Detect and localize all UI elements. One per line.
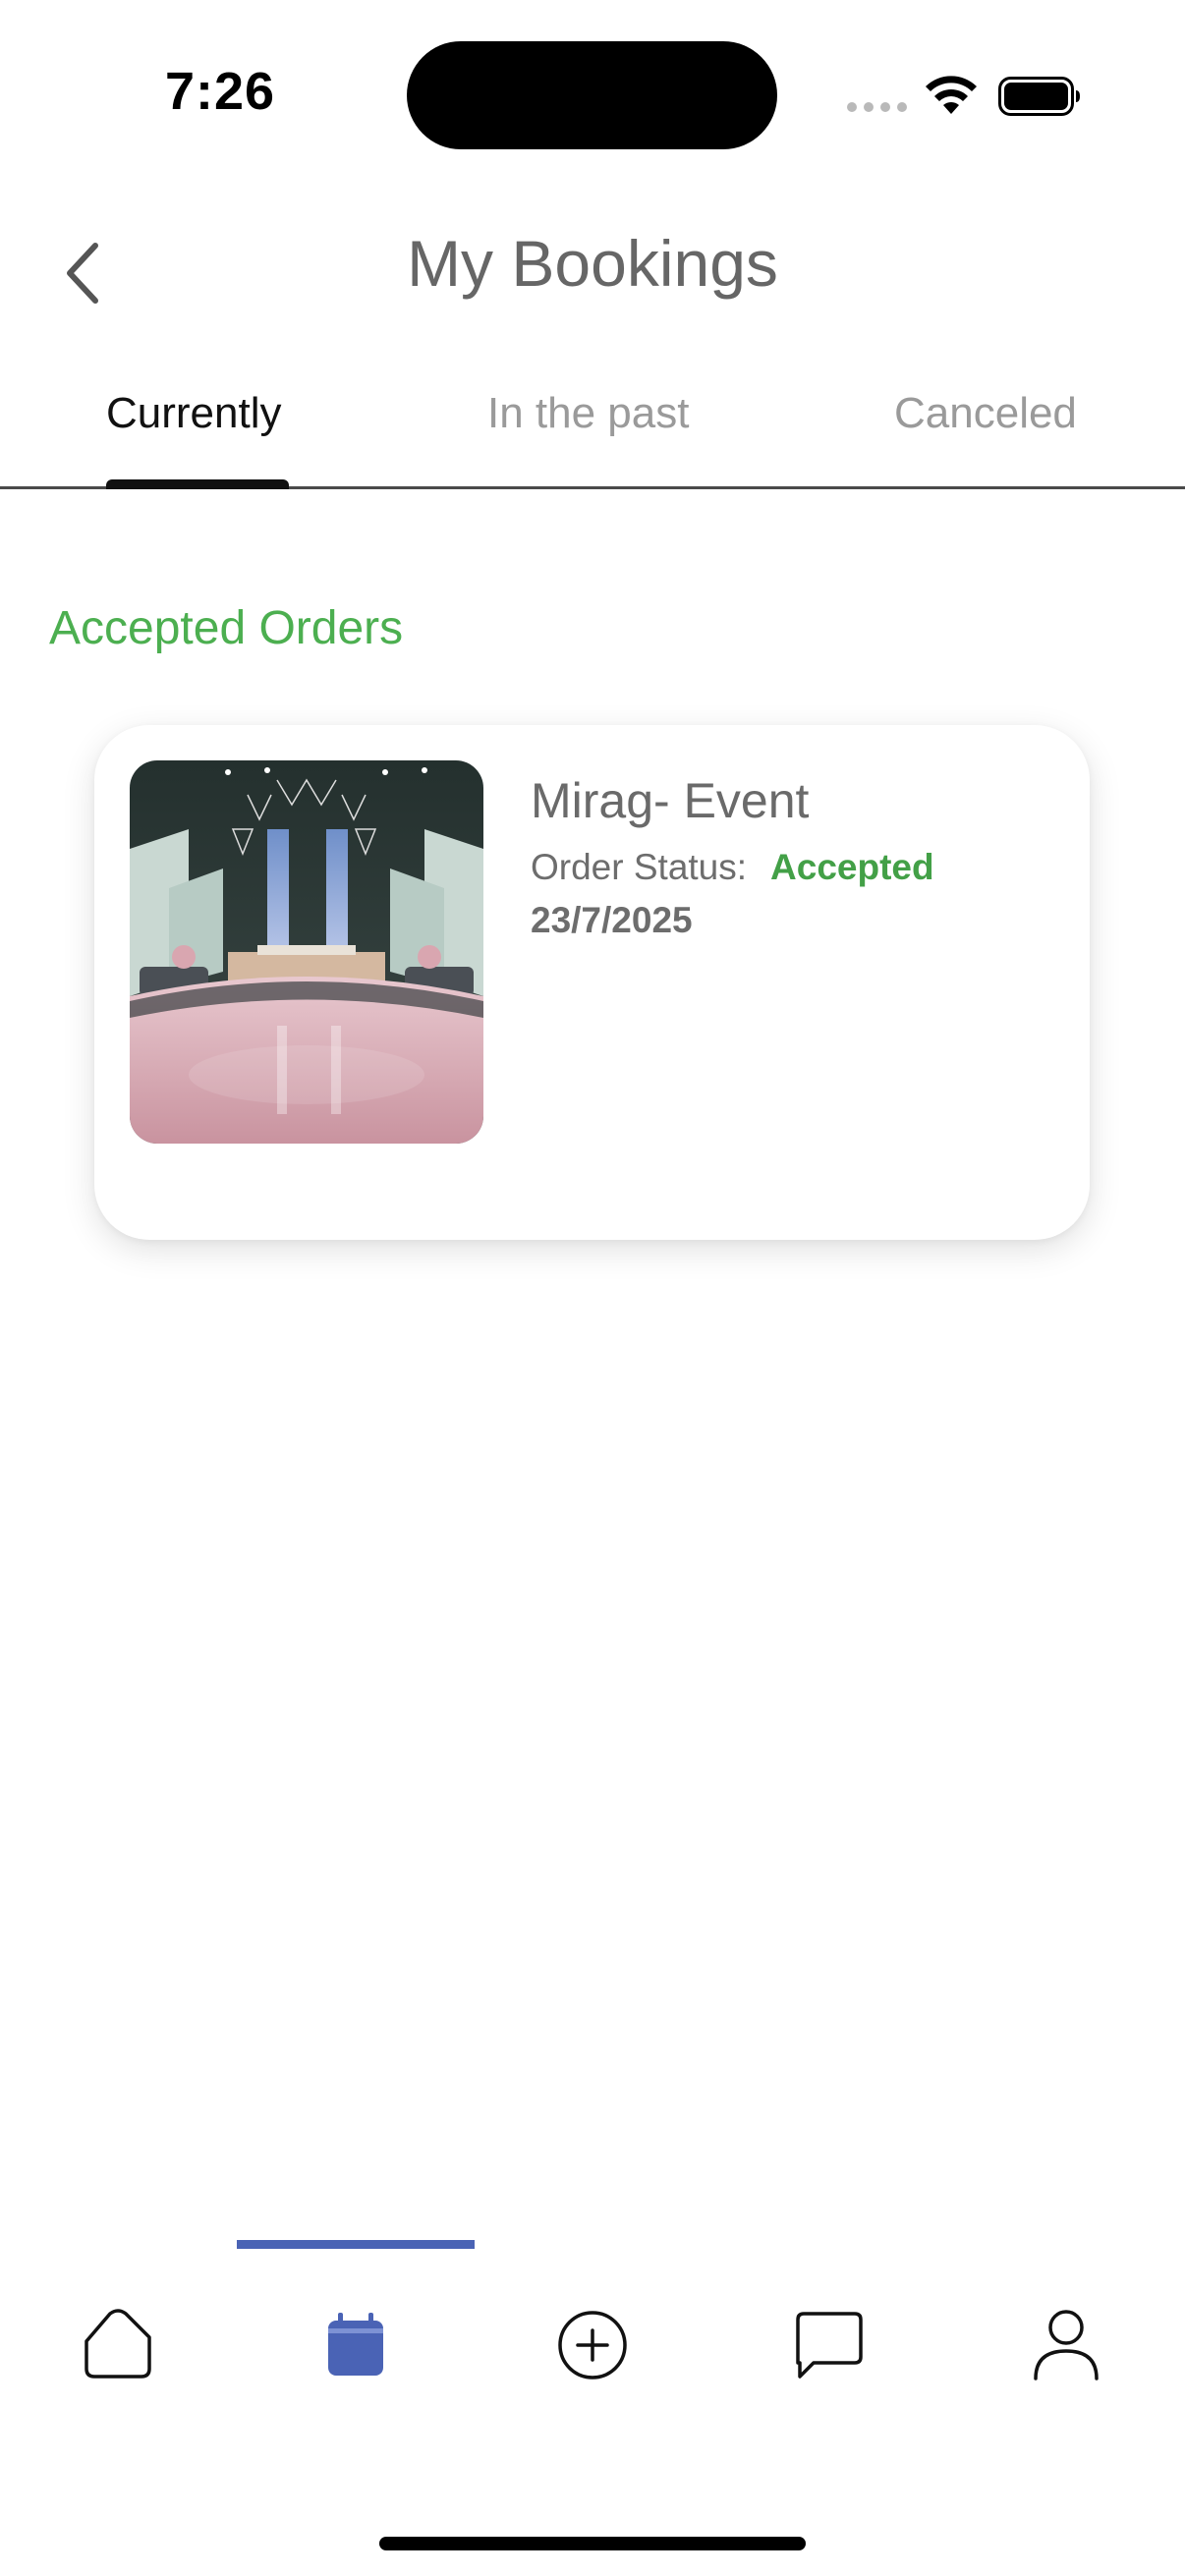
add-circle-icon [558, 2311, 627, 2380]
booking-tabs: Currently In the past Canceled [0, 364, 1185, 489]
nav-bookings[interactable] [297, 2291, 415, 2399]
order-card[interactable]: Mirag- Event Order Status: Accepted 23/7… [94, 725, 1090, 1240]
nav-add[interactable] [534, 2291, 651, 2399]
active-nav-indicator [237, 2240, 475, 2249]
order-info: Mirag- Event Order Status: Accepted 23/7… [531, 772, 1060, 941]
event-hall-photo [130, 760, 483, 1144]
cellular-signal-icon [847, 102, 907, 112]
battery-icon [998, 77, 1080, 116]
section-title: Accepted Orders [49, 602, 404, 654]
home-indicator[interactable] [379, 2537, 806, 2550]
home-icon [85, 2309, 151, 2379]
profile-icon [1034, 2310, 1099, 2380]
tab-currently[interactable]: Currently [106, 389, 282, 438]
chat-icon [796, 2312, 863, 2379]
bottom-navigation [0, 2240, 1185, 2407]
tab-in-the-past[interactable]: In the past [487, 389, 689, 438]
nav-profile[interactable] [1007, 2291, 1125, 2399]
status-bar: 7:26 [0, 0, 1185, 187]
nav-chat[interactable] [770, 2291, 888, 2399]
order-date: 23/7/2025 [531, 900, 693, 940]
status-time: 7:26 [165, 62, 276, 121]
app-header: My Bookings [0, 187, 1185, 354]
calendar-icon [328, 2313, 383, 2376]
dynamic-island [407, 41, 777, 149]
order-status-value: Accepted [770, 847, 934, 887]
venue-name: Mirag- Event [531, 773, 810, 828]
active-tab-indicator [106, 479, 289, 489]
nav-home[interactable] [59, 2291, 177, 2399]
order-status-row: Order Status: Accepted [531, 847, 1060, 888]
page-title: My Bookings [407, 227, 778, 300]
order-status-label: Order Status: [531, 847, 748, 887]
tab-canceled[interactable]: Canceled [894, 389, 1077, 438]
wifi-icon [926, 76, 977, 114]
